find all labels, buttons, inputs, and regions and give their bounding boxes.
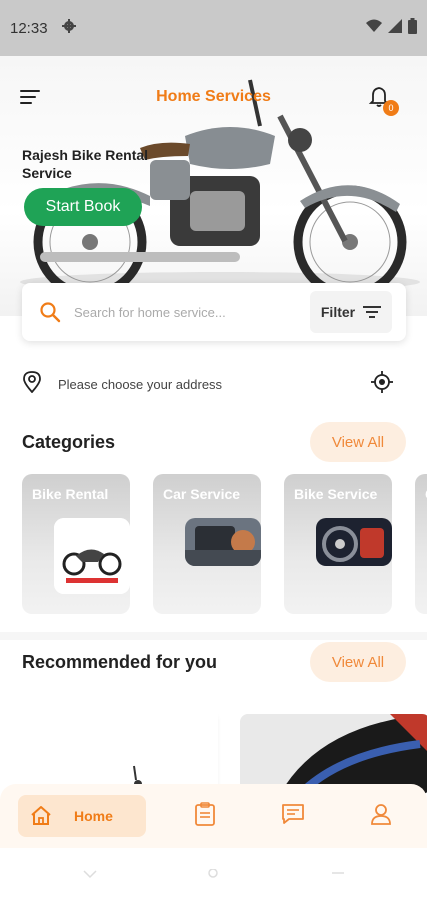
recommended-title: Recommended for you [22, 651, 218, 672]
bike-rental-image [54, 518, 130, 594]
category-label: Bike Rental [32, 486, 109, 502]
recommended-image [240, 714, 427, 794]
bookings-icon [194, 801, 216, 831]
search-input[interactable] [74, 304, 310, 320]
notification-badge: 0 [383, 100, 399, 116]
page-title: Home Services [156, 88, 271, 105]
filter-label: Filter [320, 304, 356, 320]
categories-list: Bike Rental Car Service Bike Service [22, 474, 427, 614]
app-bar: Home Services 0 [0, 56, 427, 140]
category-card-bike-rental[interactable]: Bike Rental [22, 474, 130, 614]
address-text: Please choose your address [58, 376, 223, 392]
chat-icon [281, 803, 305, 830]
categories-title: Categories [22, 431, 116, 452]
signal-icon [388, 19, 402, 37]
system-nav-bar [0, 848, 427, 900]
search-icon [38, 300, 62, 324]
profile-icon [371, 803, 391, 830]
nav-home[interactable]: Home [18, 795, 146, 837]
recommended-view-all-button[interactable]: View All [310, 642, 406, 682]
car-service-image [185, 518, 261, 566]
category-label: Bike Service [294, 486, 378, 502]
status-bar: 12:33 [0, 0, 427, 56]
recommended-card[interactable] [240, 714, 427, 794]
home-icon [30, 805, 52, 828]
category-label: Car Service [163, 486, 241, 502]
back-icon[interactable] [82, 866, 98, 884]
notification-button[interactable]: 0 [367, 84, 399, 116]
home-system-icon[interactable] [205, 866, 221, 884]
recommended-card[interactable] [22, 714, 218, 794]
banner-title: Rajesh Bike Rental Service [22, 147, 149, 181]
bike-service-image [316, 518, 392, 566]
category-card-car-service[interactable]: Car Service [153, 474, 261, 614]
recents-icon[interactable] [330, 866, 346, 884]
filter-button[interactable]: Filter [310, 291, 392, 333]
nav-profile[interactable] [356, 795, 406, 837]
recommended-image [22, 714, 218, 794]
recommended-header: Recommended for you View All [22, 642, 406, 682]
section-divider [0, 632, 427, 640]
categories-header: Categories View All [22, 422, 406, 462]
address-selector[interactable]: Please choose your address [22, 368, 394, 400]
nav-bookings[interactable] [180, 795, 230, 837]
location-pin-icon [22, 370, 42, 398]
my-location-icon[interactable] [370, 370, 394, 399]
wifi-icon [366, 19, 382, 37]
category-card-bike-service[interactable]: Bike Service [284, 474, 392, 614]
battery-icon [408, 18, 417, 38]
bottom-nav: Home [0, 784, 427, 848]
gear-icon [61, 19, 76, 37]
filter-icon [363, 306, 382, 318]
nav-home-label: Home [74, 808, 113, 824]
category-card-partial[interactable]: C [415, 474, 427, 614]
recommended-list [22, 714, 427, 794]
start-book-button[interactable]: Start Book [24, 188, 142, 226]
search-bar: Filter [22, 283, 406, 341]
status-time: 12:33 [10, 19, 48, 37]
categories-view-all-button[interactable]: View All [310, 422, 406, 462]
nav-chat[interactable] [268, 795, 318, 837]
